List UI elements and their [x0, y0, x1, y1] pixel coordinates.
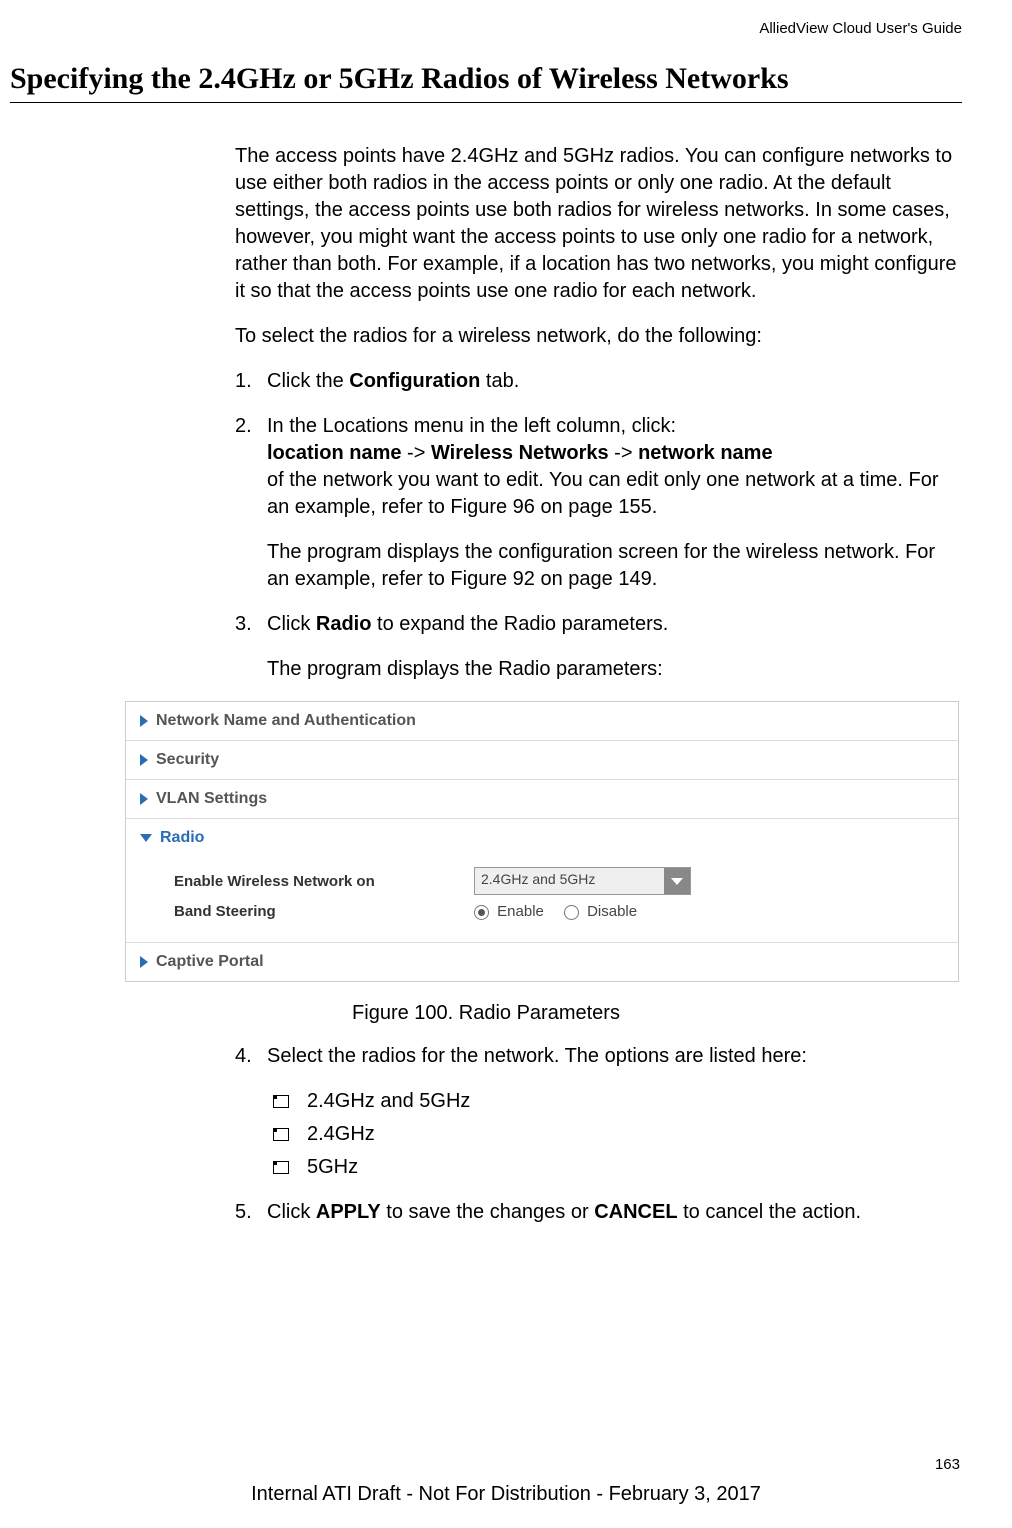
- location-name-ref: location name: [267, 442, 401, 464]
- select-dropdown-button[interactable]: [664, 868, 690, 894]
- enable-wireless-select[interactable]: 2.4GHz and 5GHz: [474, 867, 691, 895]
- step-number: 4.: [235, 1043, 267, 1070]
- step-1: 1. Click the Configuration tab.: [235, 368, 962, 395]
- step-body: Select the radios for the network. The o…: [267, 1043, 962, 1070]
- draft-footer: Internal ATI Draft - Not For Distributio…: [0, 1483, 1012, 1506]
- radio-label: Enable: [497, 903, 544, 920]
- accordion-label: VLAN Settings: [156, 790, 267, 808]
- radio-option-enable[interactable]: Enable: [474, 903, 544, 920]
- radio-icon: [474, 905, 489, 920]
- chevron-right-icon: [140, 956, 148, 968]
- step-number: 3.: [235, 611, 267, 683]
- configuration-tab-ref: Configuration: [349, 370, 480, 392]
- intro-paragraph-2: To select the radios for a wireless netw…: [235, 323, 962, 350]
- option-label: 2.4GHz and 5GHz: [307, 1088, 470, 1115]
- text: to expand the Radio parameters.: [371, 613, 668, 635]
- accordion-label: Network Name and Authentication: [156, 712, 416, 730]
- text: In the Locations menu in the left column…: [267, 415, 676, 437]
- doc-title: AlliedView Cloud User's Guide: [10, 20, 962, 37]
- step-5: 5. Click APPLY to save the changes or CA…: [235, 1199, 962, 1226]
- step-number: 1.: [235, 368, 267, 395]
- text: Click: [267, 1201, 316, 1223]
- arrow: ->: [401, 442, 430, 464]
- step-2-sub: The program displays the configuration s…: [267, 539, 962, 593]
- radio-icon: [564, 905, 579, 920]
- step-body: Click Radio to expand the Radio paramete…: [267, 611, 962, 683]
- accordion-label: Captive Portal: [156, 953, 264, 971]
- chevron-down-icon: [671, 878, 683, 885]
- step-number: 2.: [235, 413, 267, 593]
- chevron-right-icon: [140, 715, 148, 727]
- apply-button-ref: APPLY: [316, 1201, 381, 1223]
- text: Click: [267, 613, 316, 635]
- chevron-right-icon: [140, 793, 148, 805]
- enable-wireless-row: Enable Wireless Network on 2.4GHz and 5G…: [174, 867, 948, 895]
- option-24ghz: 2.4GHz: [273, 1121, 962, 1148]
- enable-wireless-label: Enable Wireless Network on: [174, 873, 474, 890]
- page-number: 163: [935, 1456, 960, 1473]
- step-number: 5.: [235, 1199, 267, 1226]
- select-value: 2.4GHz and 5GHz: [475, 868, 664, 894]
- bullet-icon: [273, 1095, 289, 1108]
- step-4: 4. Select the radios for the network. Th…: [235, 1043, 962, 1070]
- step-3-sub: The program displays the Radio parameter…: [267, 656, 962, 683]
- option-label: 5GHz: [307, 1154, 358, 1181]
- bullet-icon: [273, 1161, 289, 1174]
- section-title: Specifying the 2.4GHz or 5GHz Radios of …: [10, 62, 962, 96]
- step-2: 2. In the Locations menu in the left col…: [235, 413, 962, 593]
- step-3: 3. Click Radio to expand the Radio param…: [235, 611, 962, 683]
- text: to cancel the action.: [678, 1201, 861, 1223]
- text: tab.: [480, 370, 519, 392]
- band-steering-radios: Enable Disable: [474, 903, 637, 920]
- accordion-vlan[interactable]: VLAN Settings: [126, 780, 958, 819]
- cancel-button-ref: CANCEL: [594, 1201, 677, 1223]
- accordion-radio[interactable]: Radio: [126, 819, 958, 857]
- accordion-security[interactable]: Security: [126, 741, 958, 780]
- accordion-captive-portal[interactable]: Captive Portal: [126, 943, 958, 981]
- chevron-right-icon: [140, 754, 148, 766]
- arrow: ->: [609, 442, 638, 464]
- band-steering-row: Band Steering Enable Disable: [174, 903, 948, 920]
- radio-option-disable[interactable]: Disable: [564, 903, 637, 920]
- bullet-icon: [273, 1128, 289, 1141]
- radio-parameters-panel: Network Name and Authentication Security…: [125, 701, 959, 982]
- chevron-down-icon: [140, 834, 152, 842]
- step-body: Click APPLY to save the changes or CANCE…: [267, 1199, 962, 1226]
- figure-caption: Figure 100. Radio Parameters: [10, 1002, 962, 1025]
- text: of the network you want to edit. You can…: [267, 469, 939, 518]
- network-name-ref: network name: [638, 442, 772, 464]
- band-steering-label: Band Steering: [174, 903, 474, 920]
- radio-label: Disable: [587, 903, 637, 920]
- wireless-networks-ref: Wireless Networks: [431, 442, 609, 464]
- text: to save the changes or: [381, 1201, 594, 1223]
- radio-body: Enable Wireless Network on 2.4GHz and 5G…: [126, 857, 958, 943]
- intro-paragraph-1: The access points have 2.4GHz and 5GHz r…: [235, 143, 962, 305]
- option-both: 2.4GHz and 5GHz: [273, 1088, 962, 1115]
- option-label: 2.4GHz: [307, 1121, 375, 1148]
- step-body: Click the Configuration tab.: [267, 368, 962, 395]
- section-rule: [10, 102, 962, 103]
- radio-section-ref: Radio: [316, 613, 372, 635]
- accordion-label: Security: [156, 751, 219, 769]
- accordion-label: Radio: [160, 829, 204, 847]
- accordion-network-auth[interactable]: Network Name and Authentication: [126, 702, 958, 741]
- option-5ghz: 5GHz: [273, 1154, 962, 1181]
- text: Click the: [267, 370, 349, 392]
- step-body: In the Locations menu in the left column…: [267, 413, 962, 593]
